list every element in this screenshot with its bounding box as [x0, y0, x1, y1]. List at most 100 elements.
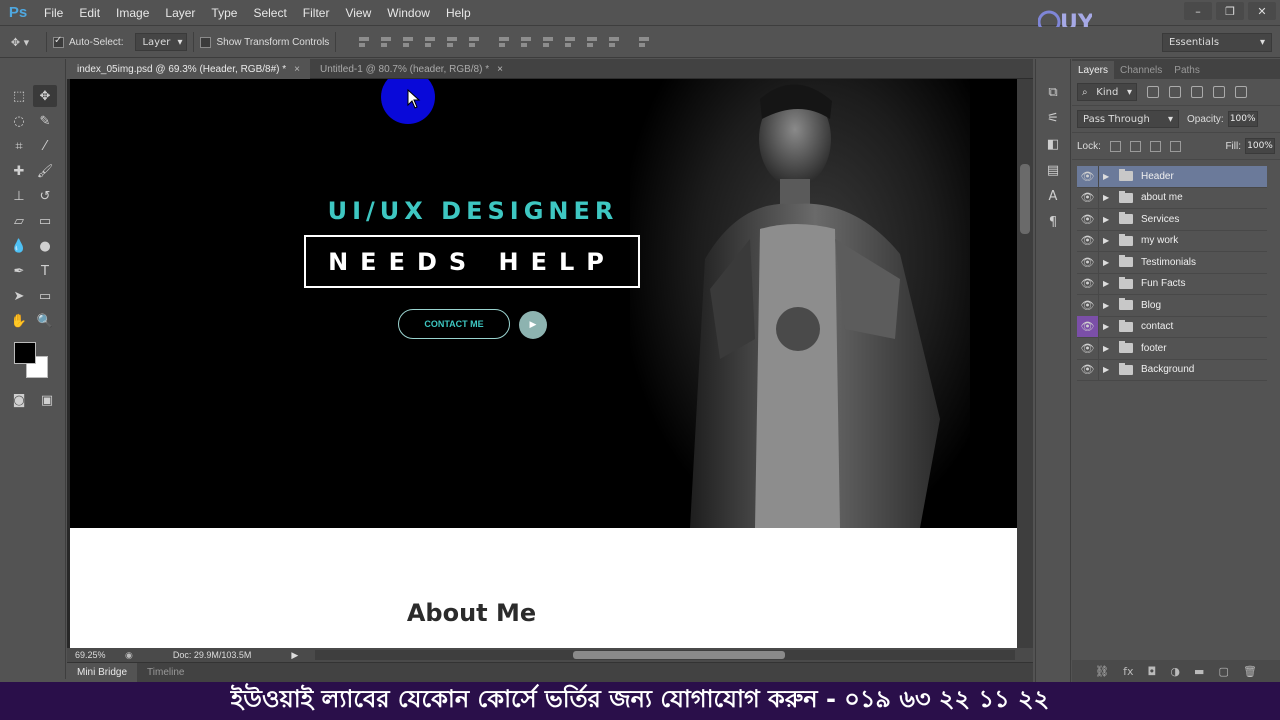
- distribute-vcenter-icon[interactable]: [518, 35, 534, 49]
- move-tool-icon[interactable]: ✥: [33, 85, 57, 107]
- delete-layer-icon[interactable]: 🗑: [1243, 665, 1257, 678]
- eye-visibility-icon[interactable]: 👁: [1077, 337, 1099, 359]
- menu-edit[interactable]: Edit: [71, 6, 108, 20]
- auto-select-target-dropdown[interactable]: Layer ▾: [135, 33, 188, 51]
- align-bottom-icon[interactable]: [400, 35, 416, 49]
- filter-type-icon[interactable]: [1191, 86, 1203, 98]
- screen-mode-icon[interactable]: ▣: [35, 389, 59, 411]
- move-tool-preset-icon[interactable]: ✥ ▾: [0, 36, 40, 49]
- pen-tool-icon[interactable]: ✒: [7, 260, 31, 282]
- fill-input[interactable]: 100%: [1245, 138, 1275, 154]
- expand-arrow-icon[interactable]: ▶: [1103, 344, 1115, 353]
- healing-brush-tool-icon[interactable]: ✚: [7, 160, 31, 182]
- path-select-tool-icon[interactable]: ➤: [7, 285, 31, 307]
- eye-visibility-icon[interactable]: 👁: [1077, 316, 1099, 338]
- align-vcenter-icon[interactable]: [378, 35, 394, 49]
- lock-all-icon[interactable]: [1169, 140, 1181, 152]
- filter-pixel-icon[interactable]: [1147, 86, 1159, 98]
- lock-image-icon[interactable]: [1129, 140, 1141, 152]
- tab-mini-bridge[interactable]: Mini Bridge: [67, 662, 138, 683]
- eye-visibility-icon[interactable]: 👁: [1077, 230, 1099, 252]
- shape-tool-icon[interactable]: ▭: [33, 285, 57, 307]
- layer-row[interactable]: 👁 ▶ contact: [1077, 316, 1267, 338]
- dodge-tool-icon[interactable]: ●: [33, 235, 57, 257]
- menu-help[interactable]: Help: [438, 6, 479, 20]
- eye-visibility-icon[interactable]: 👁: [1077, 208, 1099, 230]
- auto-select-checkbox[interactable]: [53, 35, 64, 48]
- filter-kind-dropdown[interactable]: ⌕ Kind ▾: [1077, 83, 1137, 101]
- tab-timeline[interactable]: Timeline: [137, 663, 194, 683]
- auto-align-layers-icon[interactable]: [636, 35, 652, 49]
- layer-row[interactable]: 👁 ▶ Fun Facts: [1077, 273, 1267, 295]
- quick-select-tool-icon[interactable]: ✎: [33, 110, 57, 132]
- distribute-left-icon[interactable]: [562, 35, 578, 49]
- eye-visibility-icon[interactable]: 👁: [1077, 294, 1099, 316]
- add-mask-icon[interactable]: ◘: [1148, 665, 1157, 678]
- layer-row[interactable]: 👁 ▶ footer: [1077, 337, 1267, 360]
- marquee-tool-icon[interactable]: ⬚: [7, 85, 31, 107]
- minimize-icon[interactable]: –: [1184, 2, 1212, 20]
- new-group-icon[interactable]: ▬: [1194, 665, 1204, 678]
- align-top-icon[interactable]: [356, 35, 372, 49]
- history-brush-tool-icon[interactable]: ↺: [33, 185, 57, 207]
- gradient-tool-icon[interactable]: ▭: [33, 210, 57, 232]
- distribute-bottom-icon[interactable]: [540, 35, 556, 49]
- status-menu-arrow-icon[interactable]: ▶: [291, 650, 298, 661]
- expand-arrow-icon[interactable]: ▶: [1103, 365, 1115, 374]
- distribute-top-icon[interactable]: [496, 35, 512, 49]
- adjustments-panel-icon[interactable]: ◧: [1040, 133, 1066, 155]
- document-canvas[interactable]: UI/UX DESIGNER NEEDS HELP CONTACT ME ▶ A…: [67, 79, 1017, 648]
- expand-arrow-icon[interactable]: ▶: [1103, 279, 1115, 288]
- horizontal-scrollbar[interactable]: [315, 650, 1015, 660]
- foreground-color-swatch[interactable]: [14, 342, 36, 364]
- lock-transparent-icon[interactable]: [1109, 140, 1121, 152]
- new-layer-icon[interactable]: ▢: [1219, 665, 1229, 678]
- menu-select[interactable]: Select: [245, 6, 294, 20]
- layer-row[interactable]: 👁 ▶ Services: [1077, 208, 1267, 231]
- layer-row[interactable]: 👁 ▶ Testimonials: [1077, 251, 1267, 274]
- eyedropper-tool-icon[interactable]: ⁄: [33, 135, 57, 157]
- menu-file[interactable]: File: [36, 6, 71, 20]
- tab-layers[interactable]: Layers: [1072, 61, 1115, 79]
- eye-visibility-icon[interactable]: 👁: [1077, 359, 1099, 381]
- blur-tool-icon[interactable]: 💧: [7, 235, 31, 257]
- layer-row[interactable]: 👁 ▶ about me: [1077, 187, 1267, 209]
- expand-arrow-icon[interactable]: ▶: [1103, 322, 1115, 331]
- expand-arrow-icon[interactable]: ▶: [1103, 215, 1115, 224]
- distribute-hcenter-icon[interactable]: [584, 35, 600, 49]
- filter-shape-icon[interactable]: [1213, 86, 1225, 98]
- expand-arrow-icon[interactable]: ▶: [1103, 258, 1115, 267]
- expand-arrow-icon[interactable]: ▶: [1103, 172, 1115, 181]
- menu-filter[interactable]: Filter: [295, 6, 338, 20]
- vertical-scrollbar[interactable]: [1017, 79, 1033, 648]
- restore-icon[interactable]: ❐: [1216, 2, 1244, 20]
- workspace-dropdown[interactable]: Essentials ▾: [1162, 33, 1272, 52]
- eraser-tool-icon[interactable]: ▱: [7, 210, 31, 232]
- layer-row[interactable]: 👁 ▶ Blog: [1077, 294, 1267, 317]
- crop-tool-icon[interactable]: ⌗: [7, 135, 31, 157]
- swatches-panel-icon[interactable]: ▤: [1040, 159, 1066, 181]
- clone-stamp-tool-icon[interactable]: ⊥: [7, 185, 31, 207]
- distribute-right-icon[interactable]: [606, 35, 622, 49]
- expand-arrow-icon[interactable]: ▶: [1103, 236, 1115, 245]
- doc-tab-untitled[interactable]: Untitled-1 @ 80.7% (header, RGB/8) * ×: [310, 59, 513, 79]
- zoom-level[interactable]: 69.25%: [75, 650, 119, 660]
- tab-channels[interactable]: Channels: [1114, 61, 1168, 79]
- type-tool-icon[interactable]: T: [33, 260, 57, 282]
- hand-tool-icon[interactable]: ✋: [7, 310, 31, 332]
- menu-view[interactable]: View: [337, 6, 379, 20]
- menu-layer[interactable]: Layer: [157, 6, 203, 20]
- paragraph-panel-icon[interactable]: ¶: [1040, 211, 1066, 233]
- history-panel-icon[interactable]: ⧉: [1040, 81, 1066, 103]
- close-icon[interactable]: ×: [294, 64, 300, 75]
- properties-panel-icon[interactable]: ⚟: [1040, 107, 1066, 129]
- expand-arrow-icon[interactable]: ▶: [1103, 301, 1115, 310]
- opacity-input[interactable]: 100%: [1227, 111, 1258, 127]
- filter-adjustment-icon[interactable]: [1169, 86, 1181, 98]
- blend-mode-dropdown[interactable]: Pass Through ▾: [1077, 110, 1179, 128]
- layer-row[interactable]: 👁 ▶ Header: [1077, 165, 1267, 188]
- tab-paths[interactable]: Paths: [1168, 61, 1206, 79]
- link-layers-icon[interactable]: ⛓: [1095, 665, 1109, 678]
- eye-visibility-icon[interactable]: 👁: [1077, 273, 1099, 295]
- eye-visibility-icon[interactable]: 👁: [1077, 187, 1099, 209]
